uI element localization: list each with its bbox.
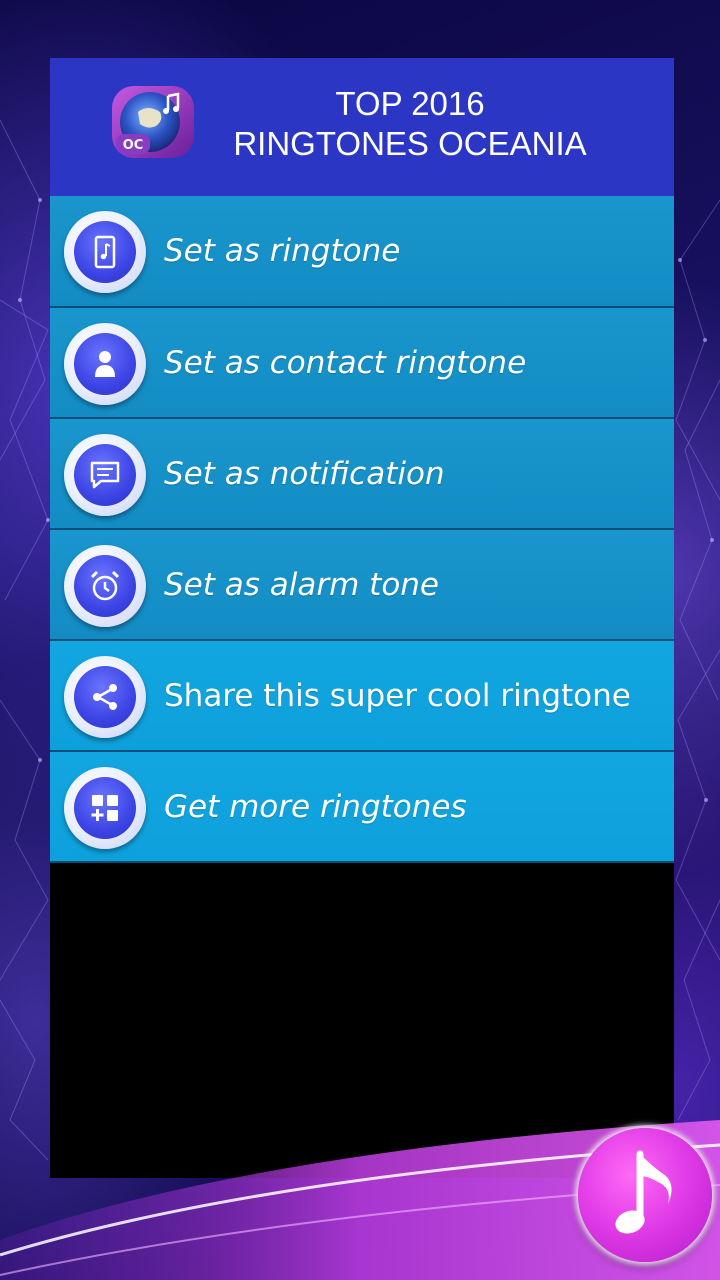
share-icon — [93, 684, 117, 710]
music-fab-button[interactable] — [578, 1128, 712, 1262]
menu-item-set-notification[interactable]: Set as notification — [50, 419, 674, 530]
alarm-clock-icon — [90, 570, 120, 601]
menu-item-set-ringtone[interactable]: Set as ringtone — [50, 196, 674, 308]
menu-item-label: Get more ringtones — [164, 789, 467, 825]
menu-item-label: Set as notification — [164, 456, 445, 492]
phone-music-icon — [94, 235, 116, 269]
apps-add-icon — [91, 795, 118, 821]
page-title: TOP 2016 RINGTONES OCEANIA — [210, 84, 610, 164]
icon-circle — [64, 545, 146, 627]
app-logo-icon: OC — [112, 86, 194, 158]
page-title-line1: TOP 2016 — [335, 85, 485, 122]
icon-circle — [64, 767, 146, 849]
menu-item-label: Share this super cool ringtone — [164, 678, 631, 714]
contact-icon — [95, 351, 115, 377]
main-panel: OC TOP 2016 RINGTONES OCEANIA Set as rin… — [50, 58, 674, 1178]
page-title-line2: RINGTONES OCEANIA — [233, 125, 587, 162]
message-icon — [90, 461, 120, 489]
menu-item-label: Set as ringtone — [164, 233, 401, 269]
app-header: OC TOP 2016 RINGTONES OCEANIA — [50, 58, 674, 196]
icon-circle — [64, 211, 146, 293]
action-menu: Set as ringtone Set as contact ringtone — [50, 196, 674, 863]
menu-item-set-contact-ringtone[interactable]: Set as contact ringtone — [50, 308, 674, 419]
music-note-icon — [615, 1150, 672, 1234]
menu-item-share[interactable]: Share this super cool ringtone — [50, 641, 674, 752]
icon-circle — [64, 434, 146, 516]
app-logo-text: OC — [123, 138, 144, 153]
menu-item-label: Set as alarm tone — [164, 567, 440, 603]
menu-item-get-more-ringtones[interactable]: Get more ringtones — [50, 752, 674, 863]
menu-item-label: Set as contact ringtone — [164, 345, 527, 381]
icon-circle — [64, 323, 146, 405]
menu-item-set-alarm-tone[interactable]: Set as alarm tone — [50, 530, 674, 641]
icon-circle — [64, 656, 146, 738]
